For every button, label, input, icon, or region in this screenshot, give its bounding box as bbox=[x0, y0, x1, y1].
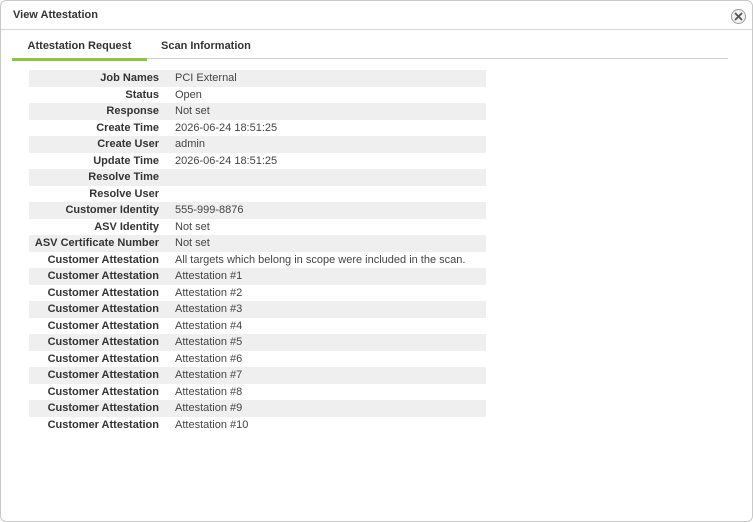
detail-row: Resolve User bbox=[29, 186, 486, 203]
detail-value: Attestation #2 bbox=[175, 286, 243, 299]
detail-label: Update Time bbox=[93, 154, 159, 167]
attestation-dialog: View Attestation Attestation Request Sca… bbox=[0, 0, 753, 522]
detail-value: Attestation #3 bbox=[175, 303, 243, 315]
detail-value: Open bbox=[175, 88, 202, 101]
detail-label: Customer Identity bbox=[65, 204, 159, 216]
attestation-details: Job Names PCI External Status Open Response N… bbox=[29, 70, 486, 433]
detail-row: Customer Attestation Attestation #7 bbox=[29, 367, 486, 384]
detail-value: 2026-06-24 18:51:25 bbox=[175, 121, 278, 134]
detail-label: Create User bbox=[97, 138, 159, 150]
detail-label: Customer Attestation bbox=[47, 418, 159, 431]
detail-row: Customer Attestation Attestation #5 bbox=[29, 334, 486, 351]
dialog-titlebar: View Attestation bbox=[1, 1, 752, 30]
detail-value: admin bbox=[175, 138, 205, 150]
detail-value: 555-999-8876 bbox=[175, 204, 244, 216]
tab-bar: Attestation Request Scan Information bbox=[12, 37, 728, 61]
detail-value: Not set bbox=[175, 220, 210, 233]
detail-value: Attestation #1 bbox=[175, 270, 243, 282]
detail-label: Customer Attestation bbox=[47, 319, 159, 332]
detail-row: ASV Identity Not set bbox=[29, 219, 486, 236]
detail-value: Attestation #8 bbox=[175, 385, 243, 398]
detail-row: Customer Attestation Attestation #2 bbox=[29, 285, 486, 302]
detail-value: Attestation #10 bbox=[175, 418, 249, 431]
detail-label: Customer Attestation bbox=[47, 369, 159, 381]
detail-value: Attestation #4 bbox=[175, 319, 243, 332]
detail-row: Customer Identity 555-999-8876 bbox=[29, 202, 486, 219]
tab-attestation-request[interactable]: Attestation Request bbox=[12, 40, 147, 61]
detail-value: Attestation #5 bbox=[175, 336, 243, 348]
detail-row: ASV Certificate Number Not set bbox=[29, 235, 486, 252]
detail-value: Attestation #7 bbox=[175, 369, 243, 381]
detail-row: Customer Attestation Attestation #3 bbox=[29, 301, 486, 318]
detail-value: Attestation #6 bbox=[175, 352, 243, 365]
detail-row: Resolve Time bbox=[29, 169, 486, 186]
detail-row: Customer Attestation Attestation #6 bbox=[29, 351, 486, 368]
detail-label: Customer Attestation bbox=[47, 253, 159, 266]
detail-label: Customer Attestation bbox=[47, 270, 159, 282]
detail-row: Create User admin bbox=[29, 136, 486, 153]
detail-label: Resolve Time bbox=[88, 171, 159, 183]
detail-value: PCI External bbox=[175, 72, 237, 84]
detail-label: Create Time bbox=[96, 121, 159, 134]
detail-label: Resolve User bbox=[89, 187, 159, 200]
detail-value: All targets which belong in scope were i… bbox=[175, 253, 466, 266]
detail-row: Response Not set bbox=[29, 103, 486, 120]
dialog-title: View Attestation bbox=[13, 9, 98, 21]
detail-label: Response bbox=[106, 105, 159, 117]
detail-row: Update Time 2026-06-24 18:51:25 bbox=[29, 153, 486, 170]
detail-label: Customer Attestation bbox=[47, 303, 159, 315]
detail-row: Job Names PCI External bbox=[29, 70, 486, 87]
tab-scan-information[interactable]: Scan Information bbox=[161, 40, 251, 58]
detail-value: 2026-06-24 18:51:25 bbox=[175, 154, 278, 167]
detail-row: Create Time 2026-06-24 18:51:25 bbox=[29, 120, 486, 137]
detail-row: Customer Attestation Attestation #9 bbox=[29, 400, 486, 417]
detail-label: Customer Attestation bbox=[47, 352, 159, 365]
detail-row: Customer Attestation Attestation #4 bbox=[29, 318, 486, 335]
close-icon[interactable] bbox=[731, 9, 746, 24]
detail-label: ASV Identity bbox=[94, 220, 159, 233]
detail-row: Status Open bbox=[29, 87, 486, 104]
detail-row: Customer Attestation Attestation #10 bbox=[29, 417, 486, 434]
detail-label: Job Names bbox=[100, 72, 159, 84]
detail-label: ASV Certificate Number bbox=[34, 237, 159, 249]
detail-label: Customer Attestation bbox=[47, 385, 159, 398]
detail-label: Customer Attestation bbox=[47, 402, 159, 414]
detail-label: Customer Attestation bbox=[47, 286, 159, 299]
detail-value: Not set bbox=[175, 105, 210, 117]
detail-label: Customer Attestation bbox=[47, 336, 159, 348]
detail-value: Attestation #9 bbox=[175, 402, 243, 414]
detail-row: Customer Attestation Attestation #8 bbox=[29, 384, 486, 401]
detail-row: Customer Attestation Attestation #1 bbox=[29, 268, 486, 285]
detail-value: Not set bbox=[175, 237, 210, 249]
detail-row: Customer Attestation All targets which be… bbox=[29, 252, 486, 269]
detail-label: Status bbox=[125, 88, 159, 101]
